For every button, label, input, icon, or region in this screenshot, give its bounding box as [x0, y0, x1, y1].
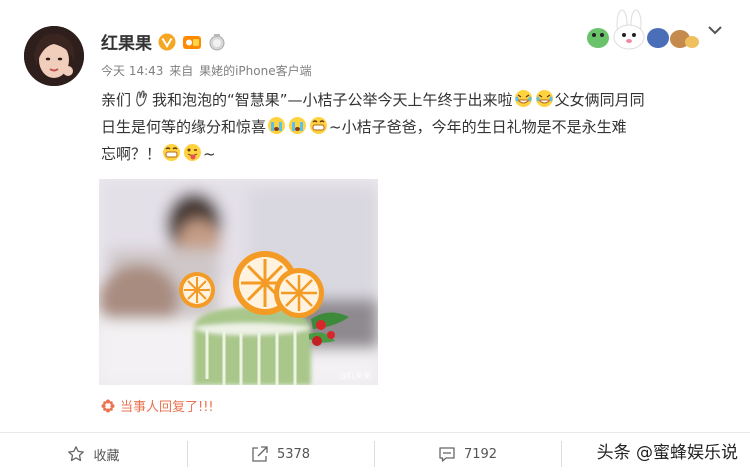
author-row: 红果果 — [101, 29, 226, 54]
share-button[interactable]: 5378 — [187, 433, 374, 474]
post-content: 亲们 我和泡泡的“智慧果”—小桔子公举今天上午终于出来啦 父女俩同月同 日生是何等的… — [101, 87, 726, 168]
share-icon — [252, 446, 268, 462]
content-line-2: 日生是何等的缘分和惊喜 ~小桔子爸爸，今年的生日礼物是不是永生难 — [101, 114, 726, 141]
comment-count: 7192 — [463, 446, 498, 462]
content-text: 我和泡泡的“智慧果”—小桔子公举今天上午终于出来啦 — [152, 91, 513, 109]
content-text: ~小桔子爸爸，今年的生日礼物是不是永生难 — [329, 118, 627, 136]
favorite-button[interactable]: 收藏 — [0, 433, 187, 474]
reply-notice-text: 当事人回复了!!! — [120, 400, 214, 415]
source-prefix: 来自 — [169, 64, 194, 78]
favorite-label: 收藏 — [93, 448, 120, 464]
content-line-1: 亲们 我和泡泡的“智慧果”—小桔子公举今天上午终于出来啦 父女俩同月同 — [101, 87, 726, 114]
comment-icon — [439, 447, 455, 462]
content-text: ~ — [203, 145, 216, 163]
tongue-wink-emoji-icon — [184, 144, 202, 161]
reply-notice[interactable]: 当事人回复了!!! — [101, 396, 214, 415]
content-text: 日生是何等的缘分和惊喜 — [101, 118, 267, 136]
post-timestamp[interactable]: 今天 14:43 — [101, 64, 163, 78]
post-meta: 今天 14:43 来自 果姥的iPhone客户端 — [101, 62, 314, 79]
chevron-down-icon[interactable] — [705, 20, 725, 40]
content-text: 忘啊？！ — [101, 145, 162, 163]
content-text: 父女俩同月同 — [554, 91, 645, 109]
comment-button[interactable]: 7192 — [374, 433, 561, 474]
author-name[interactable]: 红果果 — [101, 29, 152, 54]
photo-watermark: @红果果 — [339, 370, 371, 380]
source-watermark: 头条 @蜜蜂娱乐说 — [596, 443, 738, 463]
post-photo[interactable]: @红果果 — [99, 179, 378, 385]
card-decoration-image — [587, 9, 699, 50]
source-client[interactable]: 果姥的iPhone客户端 — [199, 64, 312, 78]
flower-icon — [101, 399, 115, 412]
medal-icon[interactable] — [208, 33, 226, 51]
content-line-3: 忘啊？！ ~ — [101, 141, 726, 168]
grin-emoji-icon — [310, 117, 328, 134]
laugh-cry-emoji-icon — [535, 90, 553, 107]
verified-icon — [158, 33, 176, 50]
laugh-cry-emoji-icon — [514, 90, 532, 107]
content-text: 亲们 — [101, 91, 132, 109]
share-count: 5378 — [276, 446, 311, 462]
crying-emoji-icon — [289, 117, 307, 134]
grin-emoji-icon — [163, 144, 181, 161]
crying-emoji-icon — [268, 117, 286, 134]
weibo-post-card: 红果果 今天 14:43 来自 果姥的iPhone客户端 亲们 我和泡泡的“智慧… — [0, 0, 750, 432]
favorite-icon — [68, 446, 85, 462]
avatar[interactable] — [24, 26, 84, 86]
ok-hand-emoji-icon — [136, 90, 148, 107]
action-divider — [561, 441, 562, 467]
member-badge-icon[interactable] — [182, 34, 202, 50]
